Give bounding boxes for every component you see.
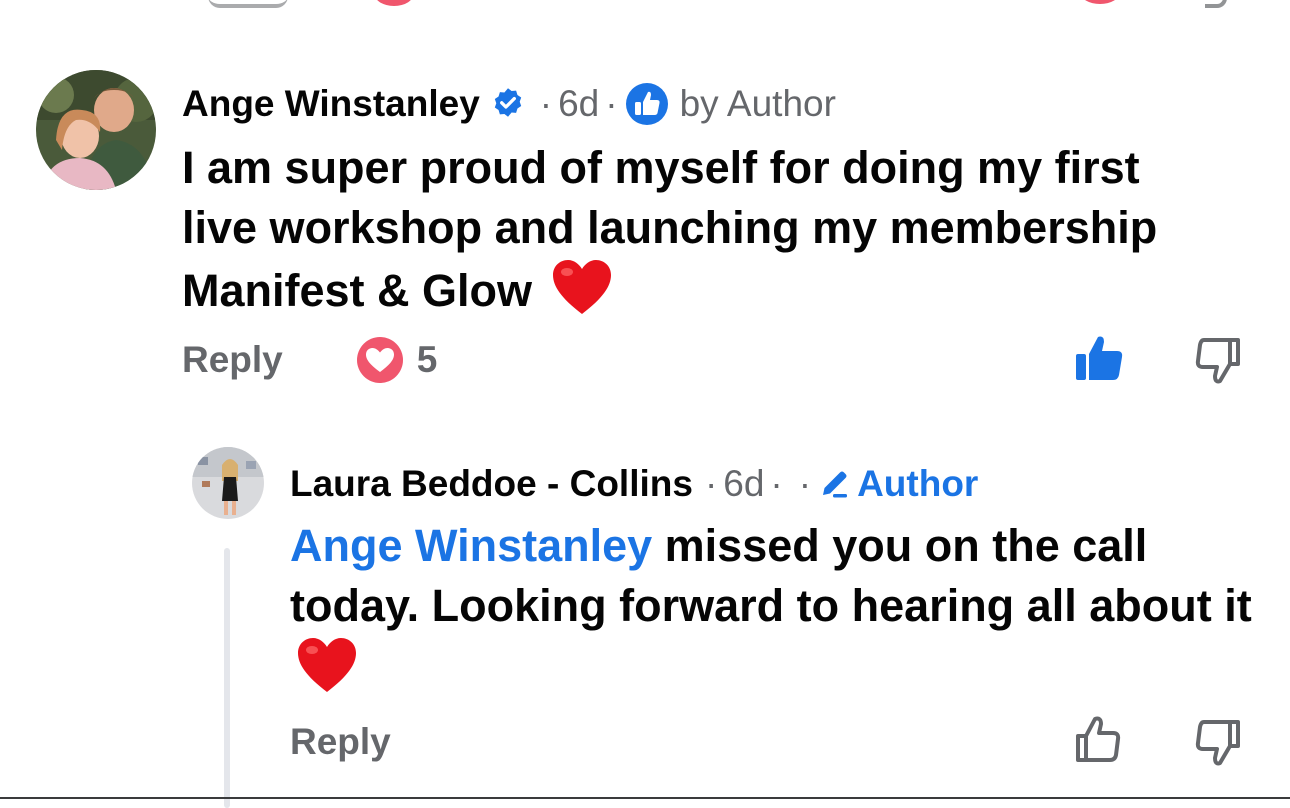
comment-actions: Reply 5 [182,332,437,388]
heart-emoji [551,258,613,331]
previous-reaction-fragment [374,0,414,6]
reply-button[interactable]: Reply [290,721,391,763]
pencil-icon [817,467,851,501]
timestamp[interactable]: 6d [723,463,764,505]
heart-emoji [296,636,358,709]
reply-thread-line [224,548,230,808]
previous-dislike-fragment [1205,0,1227,8]
separator: · [704,463,718,504]
comment-text: Ange Winstanley missed you on the call t… [290,516,1280,709]
mention-link[interactable]: Ange Winstanley [290,520,652,571]
author-name[interactable]: Ange Winstanley [182,83,480,125]
comment-header: Laura Beddoe - Collins · 6d · · Author [290,460,978,508]
thumbs-up-icon[interactable] [1074,334,1124,389]
avatar[interactable] [36,70,156,190]
previous-reply-link-fragment [208,0,288,8]
timestamp[interactable]: 6d [558,83,599,125]
top-fan-badge-label: by Author [679,83,836,124]
thumbs-up-icon[interactable] [1074,716,1122,769]
thumbs-up-circle-icon [624,81,670,127]
comment-actions: Reply [290,714,391,770]
comment-text-content: I am super proud of myself for doing my … [182,142,1158,316]
heart-reaction-icon[interactable] [355,335,405,385]
separator: · [539,83,553,124]
verified-badge-icon [490,86,526,122]
separator: · [798,463,812,504]
comment-text: I am super proud of myself for doing my … [182,138,1182,331]
reply-button[interactable]: Reply [182,339,283,381]
reaction-count[interactable]: 5 [417,339,438,381]
separator: · [605,83,618,124]
avatar[interactable] [192,447,264,519]
comment-header: Ange Winstanley · 6d · by Author [182,80,836,128]
previous-comment-actions-cutoff [0,0,1290,10]
thumbs-down-icon[interactable] [1194,718,1242,771]
author-badge-label: Author [857,463,979,504]
separator: · [770,463,783,504]
thumbs-down-icon[interactable] [1194,336,1242,389]
author-name[interactable]: Laura Beddoe - Collins [290,463,693,505]
previous-like-fragment [1080,0,1120,4]
